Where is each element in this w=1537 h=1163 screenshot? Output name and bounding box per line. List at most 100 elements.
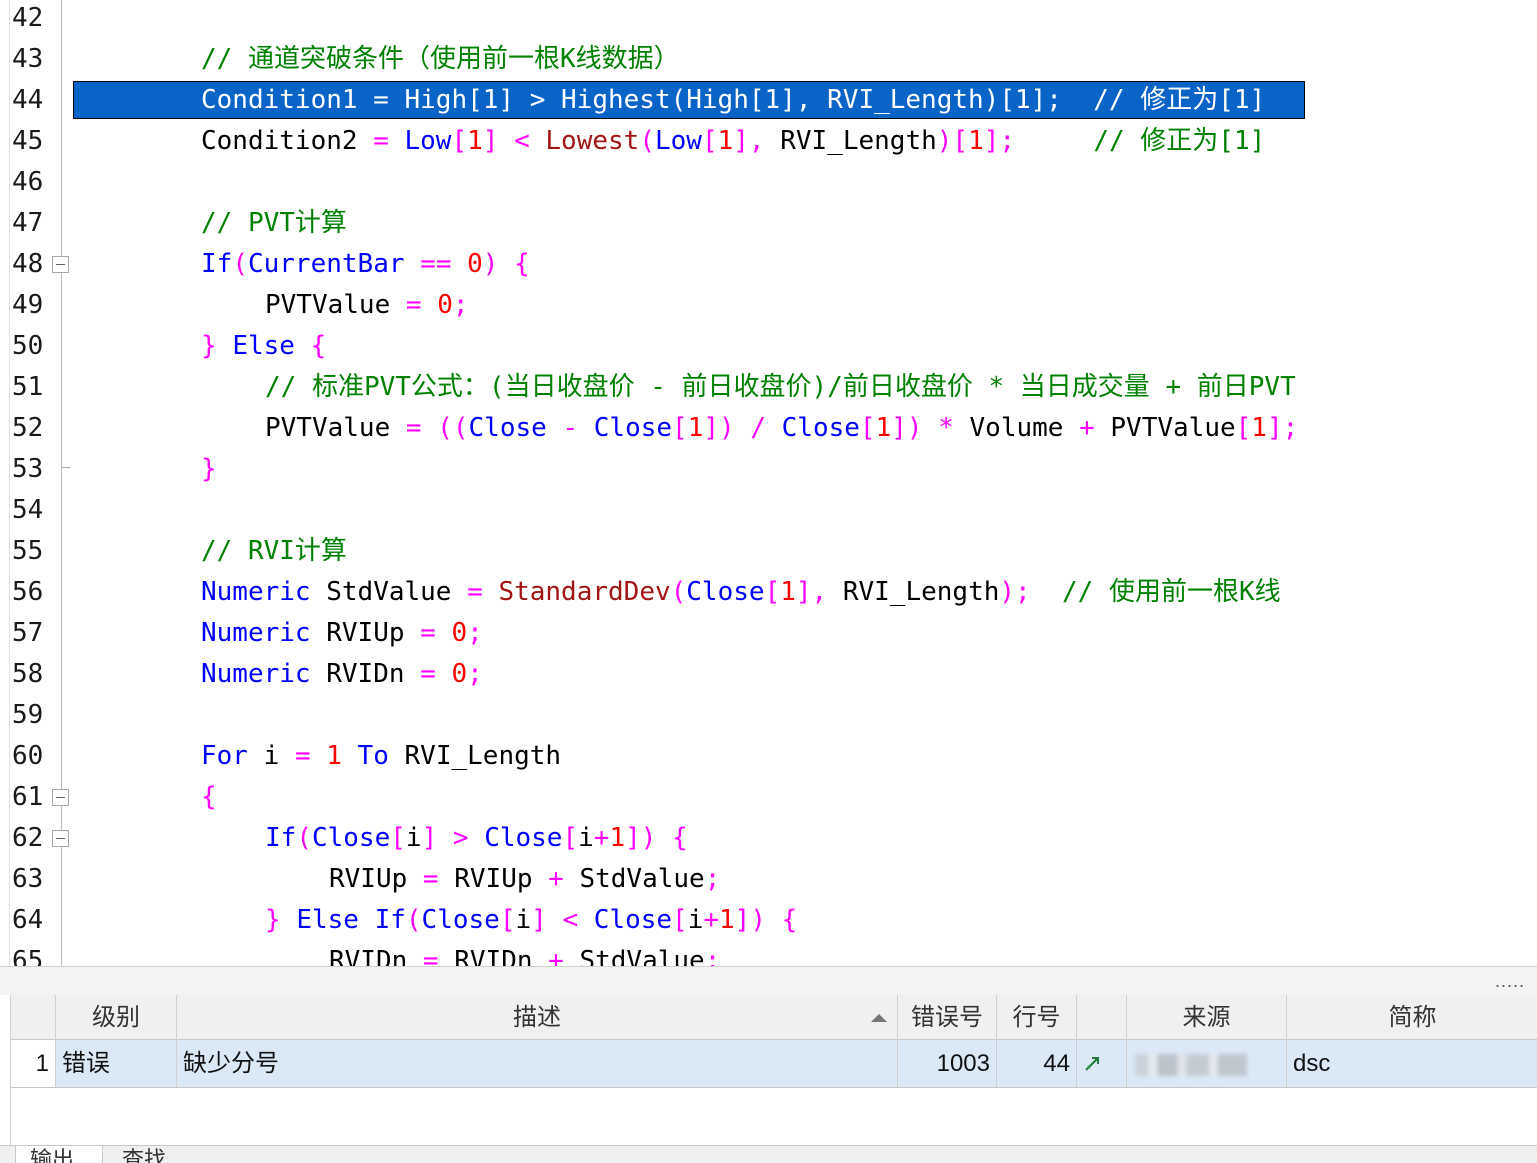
code-line[interactable]: 49 PVTValue = 0; (0, 286, 1537, 327)
code-token: )[ (936, 126, 969, 156)
code-token: ); (999, 577, 1031, 607)
splitter-grip-icon[interactable]: ..... (1495, 972, 1525, 990)
column-header-description-label: 描述 (513, 1004, 561, 1031)
code-token: ] < (531, 905, 594, 935)
code-text[interactable]: PVTValue = ((Close - Close[1]) / Close[1… (265, 412, 1298, 444)
code-text[interactable]: Numeric RVIUp = 0; (201, 617, 483, 649)
code-text[interactable]: If(Close[i] > Close[i+1]) { (265, 822, 688, 854)
code-token: + (703, 905, 720, 935)
code-text[interactable]: RVIDn = RVIDn + StdValue; (329, 945, 720, 966)
code-line[interactable]: 58 Numeric RVIDn = 0; (0, 655, 1537, 696)
code-token: RVIDn (329, 946, 423, 966)
code-line[interactable]: 43 // 通道突破条件（使用前一根K线数据） (0, 40, 1537, 81)
column-header-level[interactable]: 级别 (56, 995, 177, 1040)
code-token: 0 (451, 659, 468, 689)
error-list-grid[interactable]: 级别 描述 错误号 行号 来源 简称 1 错误 缺少分号 1003 44 dsc (10, 995, 1537, 1145)
tab-find[interactable]: 查找 (108, 1146, 198, 1163)
code-line[interactable]: 61 { (0, 778, 1537, 819)
table-row[interactable]: 1 错误 缺少分号 1003 44 dsc (11, 1040, 1537, 1088)
code-text[interactable]: RVIUp = RVIUp + StdValue; (329, 863, 720, 895)
code-token: Close (686, 577, 765, 607)
row-number-header[interactable] (11, 995, 56, 1040)
goto-line-icon[interactable] (1083, 1055, 1101, 1073)
code-text[interactable]: Numeric StdValue = StandardDev(Close[1],… (201, 576, 1281, 608)
code-token: 1 (687, 413, 704, 443)
code-line[interactable]: 62 If(Close[i] > Close[i+1]) { (0, 819, 1537, 860)
cell-jump[interactable] (1077, 1040, 1127, 1087)
column-header-description[interactable]: 描述 (177, 995, 898, 1040)
sort-ascending-icon (871, 1014, 887, 1022)
line-number: 58 (12, 659, 44, 689)
code-token: [ (701, 126, 718, 156)
line-number: 60 (12, 741, 44, 771)
code-line[interactable]: 44 Condition1 = High[1] > Highest(High[1]… (0, 81, 1537, 122)
code-line[interactable]: 63 RVIUp = RVIUp + StdValue; (0, 860, 1537, 901)
code-token: = (294, 741, 327, 771)
column-header-source[interactable]: 来源 (1127, 995, 1287, 1040)
code-token: = (( (405, 413, 469, 443)
column-header-line-no[interactable]: 行号 (997, 995, 1077, 1040)
line-number: 48 (12, 249, 44, 279)
code-token: RVIUp (329, 864, 423, 894)
code-line[interactable]: 47 // PVT计算 (0, 204, 1537, 245)
code-line[interactable]: 55 // RVI计算 (0, 532, 1537, 573)
code-token: ]) { (625, 823, 688, 853)
row-index: 1 (11, 1040, 56, 1087)
code-line[interactable]: 46 (0, 163, 1537, 204)
code-line[interactable]: 50} Else { (0, 327, 1537, 368)
code-text[interactable]: If(CurrentBar == 0) { (201, 248, 530, 280)
column-header-jump[interactable] (1077, 995, 1127, 1040)
code-text[interactable]: // PVT计算 (201, 207, 347, 239)
code-text[interactable]: For i = 1 To RVI_Length (201, 740, 561, 772)
code-line[interactable]: 48 If(CurrentBar == 0) { (0, 245, 1537, 286)
code-editor[interactable]: 42 43 // 通道突破条件（使用前一根K线数据） 44 Condition1 = H… (0, 0, 1537, 966)
code-line[interactable]: 53} (0, 450, 1537, 491)
code-line[interactable]: 64} Else If(Close[i] < Close[i+1]) { (0, 901, 1537, 942)
code-text[interactable]: // 通道突破条件（使用前一根K线数据） (201, 43, 680, 75)
code-text[interactable]: } Else If(Close[i] < Close[i+1]) { (265, 904, 797, 936)
code-token: RVIDn (310, 659, 421, 689)
code-token: 1 (875, 413, 892, 443)
code-text[interactable]: // RVI计算 (201, 535, 347, 567)
fold-collapse-icon[interactable] (52, 789, 69, 806)
code-token: ]) * (891, 413, 970, 443)
code-line[interactable]: 42 (0, 0, 1537, 40)
cell-level: 错误 (56, 1040, 177, 1087)
panel-splitter[interactable]: ..... (0, 966, 1537, 995)
code-line[interactable]: 57 Numeric RVIUp = 0; (0, 614, 1537, 655)
code-token: ; (467, 618, 483, 648)
code-token: Low (404, 126, 452, 156)
code-token: PVTValue (1110, 413, 1236, 443)
code-text[interactable]: PVTValue = 0; (265, 289, 469, 321)
cell-line-no: 44 (997, 1040, 1077, 1087)
code-text[interactable]: } Else { (201, 330, 326, 362)
code-text[interactable]: } (201, 453, 217, 485)
code-line[interactable]: 54 (0, 491, 1537, 532)
code-line[interactable]: 60 For i = 1 To RVI_Length (0, 737, 1537, 778)
code-token: [ (499, 905, 516, 935)
tab-output[interactable]: 输出 (15, 1146, 103, 1163)
code-token: Condition2 (201, 126, 374, 156)
code-line[interactable]: 56 Numeric StdValue = StandardDev(Close[1… (0, 573, 1537, 614)
code-token: PVTValue (265, 290, 406, 320)
bottom-tab-bar: 输出 查找 (0, 1145, 1537, 1163)
code-token: ]) / (703, 413, 782, 443)
code-text[interactable]: Condition2 = Low[1] < Lowest(Low[1], RVI… (201, 125, 1265, 157)
code-text[interactable]: Numeric RVIDn = 0; (201, 658, 483, 690)
code-text[interactable]: { (201, 781, 217, 813)
code-text[interactable]: // 标准PVT公式：(当日收盘价 - 前日收盘价)/前日收盘价 * 当日成交量… (265, 371, 1296, 403)
fold-collapse-icon[interactable] (52, 830, 69, 847)
code-line[interactable]: 52 PVTValue = ((Close - Close[1]) / Close… (0, 409, 1537, 450)
code-token: ( (639, 126, 655, 156)
column-header-error-no[interactable]: 错误号 (898, 995, 997, 1040)
code-line[interactable]: 65 RVIDn = RVIDn + StdValue; (0, 942, 1537, 966)
code-line[interactable]: 45 Condition2 = Low[1] < Lowest(Low[1], R… (0, 122, 1537, 163)
code-line[interactable]: 51 // 标准PVT公式：(当日收盘价 - 前日收盘价)/前日收盘价 * 当日成… (0, 368, 1537, 409)
line-number: 56 (12, 577, 44, 607)
fold-collapse-icon[interactable] (52, 256, 69, 273)
code-text[interactable]: Condition1 = High[1] > Highest(High[1], … (201, 84, 1265, 116)
code-line[interactable]: 59 (0, 696, 1537, 737)
code-token: RVI_Length (388, 741, 562, 771)
column-header-short-name[interactable]: 简称 (1287, 995, 1537, 1040)
line-number: 49 (12, 290, 44, 320)
